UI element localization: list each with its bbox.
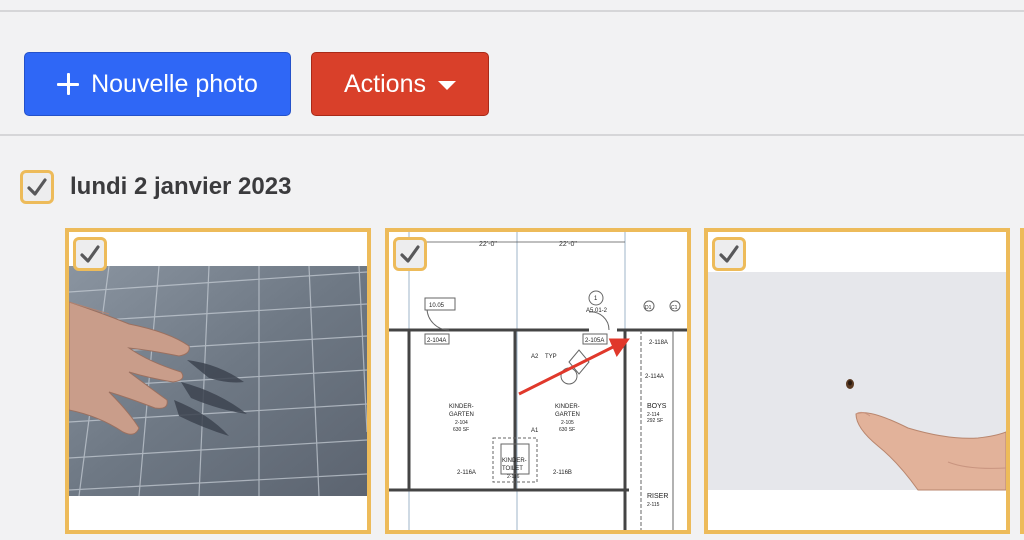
plan-d116b: 2-116B [553,470,572,476]
photo-card-wall-hole[interactable] [704,228,1010,534]
solar-panel-photo [69,265,367,530]
plan-kg2-num: 2-105 [561,420,574,426]
plan-kg1-l1: KINDER- [449,404,474,410]
plan-kg1-l2: GARTEN [449,412,474,418]
plan-a1: A1 [531,428,539,434]
plan-toilet-num: 2-116 [507,474,520,480]
group-select-checkbox[interactable] [20,170,54,204]
photo-select-checkbox[interactable] [393,237,427,271]
toolbar-divider [0,134,1024,136]
group-date-heading: lundi 2 janvier 2023 [70,173,292,200]
wall-hole-photo [708,232,1006,530]
photo-card-floor-plan[interactable]: 22'-0" 22'-0" 10.05 1 A5.01-2 2-104A 2-1… [385,228,691,534]
new-photo-label: Nouvelle photo [91,69,258,98]
plan-ref: A5.01-2 [586,308,608,314]
plan-callout: 10.05 [429,303,445,309]
plan-kg2-l1: KINDER- [555,404,580,410]
plan-riser-num: 2-115 [647,502,660,508]
floor-plan-photo: 22'-0" 22'-0" 10.05 1 A5.01-2 2-104A 2-1… [389,232,687,530]
plan-toilet-l2: TOILET [502,466,523,472]
actions-dropdown-button[interactable]: Actions [311,52,489,116]
checkmark-icon [80,245,100,263]
plan-boys-area: 292 SF [647,418,663,424]
plan-kg1-num: 2-104 [455,420,468,426]
photo-card-partial[interactable] [1020,228,1024,534]
new-photo-button[interactable]: Nouvelle photo [24,52,291,116]
photo-select-checkbox[interactable] [73,237,107,271]
plan-kg1-area: 630 SF [453,427,469,433]
plus-icon [57,73,80,95]
checkmark-icon [719,245,739,263]
photo-card-solar-panel[interactable] [65,228,371,534]
plan-room-b: 2-105A [585,338,604,344]
plan-c1: C1 [671,305,678,311]
checkmark-icon [27,178,47,196]
plan-kg2-area: 630 SF [559,427,575,433]
checkmark-icon [400,245,420,263]
plan-boys: BOYS [647,403,667,410]
plan-a2: A2 [531,354,539,360]
plan-r118a: 2-118A [649,340,668,346]
plan-r114a: 2-114A [645,374,664,380]
caret-down-icon [437,80,456,90]
plan-d1: D1 [645,305,652,311]
plan-riser: RISER [647,493,668,500]
plan-room-a: 2-104A [427,338,446,344]
photo-select-checkbox[interactable] [712,237,746,271]
plan-toilet-l1: KINDER- [502,458,527,464]
plan-kg2-l2: GARTEN [555,412,580,418]
toolbar: Nouvelle photo Actions [0,12,1024,134]
plan-d116a: 2-116A [457,470,476,476]
plan-typ: TYP [545,354,557,360]
actions-label: Actions [344,69,426,98]
